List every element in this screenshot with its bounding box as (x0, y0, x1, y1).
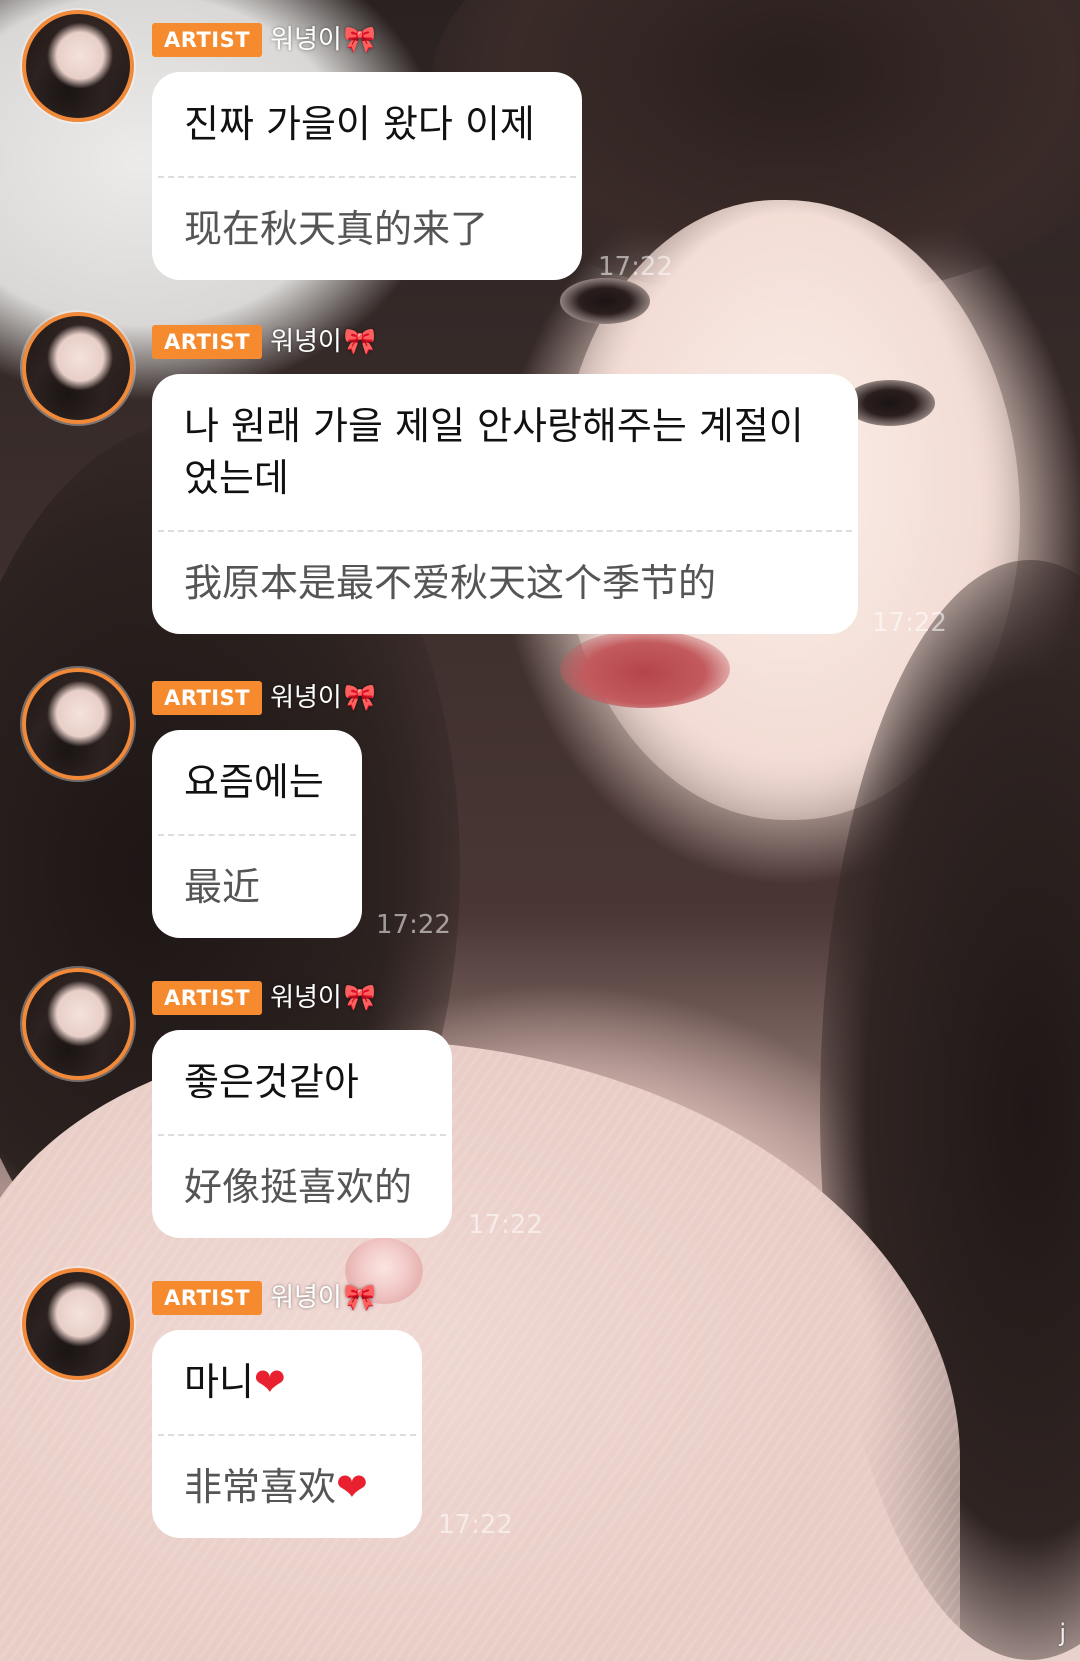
message-translation-text: 我原本是最不爱秋天这个季节的 (184, 561, 717, 605)
ribbon-icon: 🎀 (343, 327, 377, 357)
message-original-text: 나 원래 가을 제일 안사랑해주는 계절이었는데 (184, 404, 804, 500)
author-name: 워녕이🎀 (270, 327, 377, 357)
message-bubble[interactable]: 요즘에는 最近 (152, 730, 362, 938)
ribbon-icon: 🎀 (343, 25, 377, 55)
author-row: ARTIST 워녕이🎀 (152, 324, 376, 360)
avatar[interactable] (22, 1268, 134, 1380)
author-row: ARTIST 워녕이🎀 (152, 980, 376, 1016)
ribbon-icon: 🎀 (343, 683, 377, 713)
artist-badge: ARTIST (152, 1281, 263, 1315)
author-name: 워녕이🎀 (270, 983, 377, 1013)
artist-badge: ARTIST (152, 325, 263, 359)
message-translation-text: 非常喜欢❤ (184, 1465, 368, 1509)
heart-icon: ❤ (253, 1360, 286, 1404)
ribbon-icon: 🎀 (343, 1283, 377, 1313)
message-bubble[interactable]: 마니❤ 非常喜欢❤ (152, 1330, 422, 1538)
author-name: 워녕이🎀 (270, 683, 377, 713)
message-timestamp: 17:22 (598, 252, 673, 282)
heart-icon: ❤ (336, 1465, 368, 1509)
message-timestamp: 17:22 (468, 1210, 543, 1240)
author-row: ARTIST 워녕이🎀 (152, 22, 376, 58)
message-bubble[interactable]: 진짜 가을이 왔다 이제 现在秋天真的来了 (152, 72, 582, 280)
avatar[interactable] (22, 968, 134, 1080)
message-original-text: 좋은것같아 (184, 1060, 359, 1104)
message-translation-text: 现在秋天真的来了 (184, 207, 489, 251)
ribbon-icon: 🎀 (343, 983, 377, 1013)
message-timestamp: 17:22 (376, 910, 451, 940)
chat-thread: ARTIST 워녕이🎀 진짜 가을이 왔다 이제 现在秋天真的来了 17:22 … (0, 0, 1080, 1661)
message-timestamp: 17:22 (872, 608, 947, 638)
author-row: ARTIST 워녕이🎀 (152, 1280, 376, 1316)
message-original-text: 요즘에는 (184, 760, 324, 804)
author-name: 워녕이🎀 (270, 25, 377, 55)
message-bubble[interactable]: 좋은것같아 好像挺喜欢的 (152, 1030, 452, 1238)
artist-badge: ARTIST (152, 681, 263, 715)
avatar[interactable] (22, 668, 134, 780)
message-timestamp: 17:22 (438, 1510, 513, 1540)
message-translation-text: 最近 (184, 865, 261, 909)
artist-badge: ARTIST (152, 981, 263, 1015)
message-translation-text: 好像挺喜欢的 (184, 1165, 413, 1209)
artist-badge: ARTIST (152, 23, 263, 57)
avatar[interactable] (22, 10, 134, 122)
message-bubble[interactable]: 나 원래 가을 제일 안사랑해주는 계절이었는데 我原本是最不爱秋天这个季节的 (152, 374, 858, 634)
watermark: j (1059, 1619, 1066, 1647)
avatar[interactable] (22, 312, 134, 424)
message-original-text: 마니❤ (184, 1360, 286, 1404)
author-row: ARTIST 워녕이🎀 (152, 680, 376, 716)
author-name: 워녕이🎀 (270, 1283, 377, 1313)
message-original-text: 진짜 가을이 왔다 이제 (184, 102, 535, 146)
